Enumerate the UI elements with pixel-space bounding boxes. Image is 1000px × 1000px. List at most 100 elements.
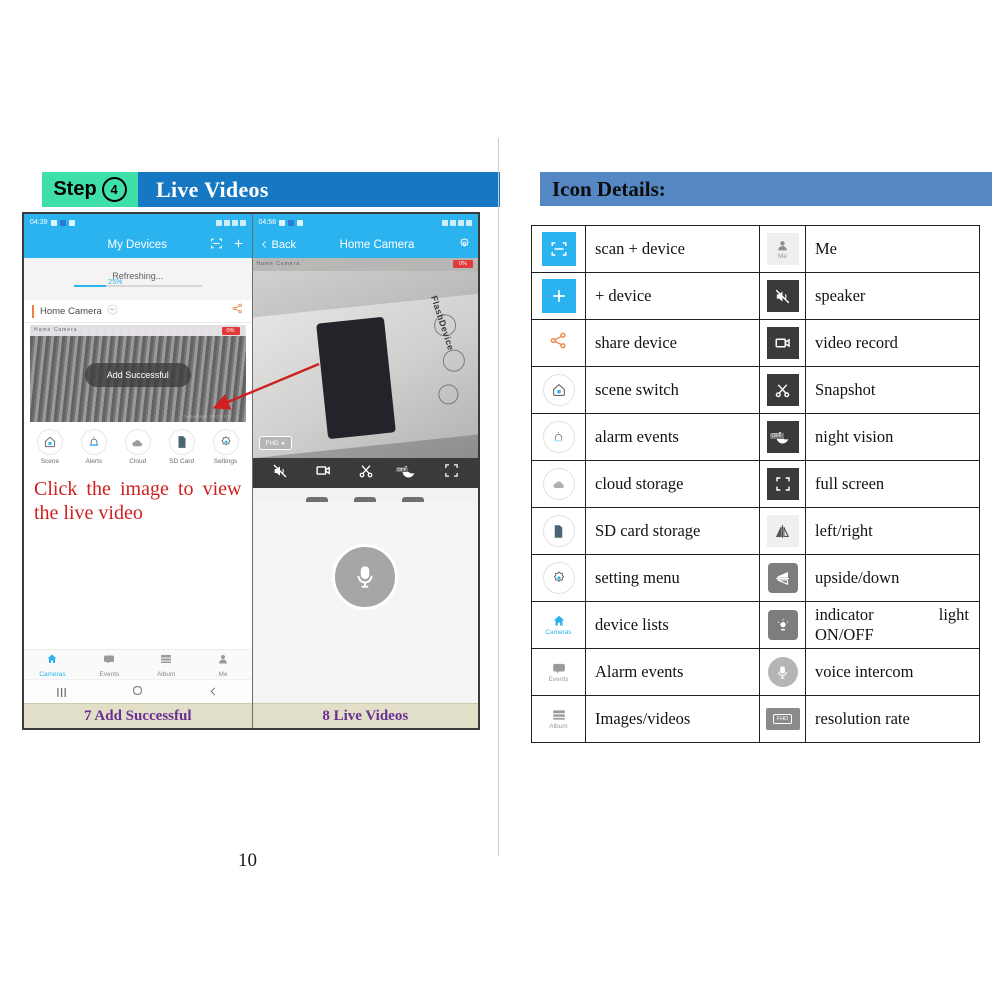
quick-action-label: Scene bbox=[40, 458, 60, 465]
icon-label: video record bbox=[805, 319, 980, 367]
indicator-label-b: light bbox=[938, 604, 969, 624]
image-status-icon bbox=[50, 219, 57, 226]
app-bar: Back Home Camera bbox=[252, 231, 478, 258]
fhd-badge: FHD bbox=[772, 714, 793, 724]
speaker-mute-icon[interactable] bbox=[272, 463, 288, 484]
status-bar: 04:58 bbox=[252, 214, 478, 231]
quick-action-label: Cloud bbox=[129, 458, 147, 465]
device-accent-bar bbox=[32, 304, 34, 318]
icon-cell: FHD bbox=[759, 695, 806, 743]
chat-bubble-icon bbox=[103, 652, 115, 670]
camera-tile-timestamp: TuesdayL 2021 07/ ... bbox=[183, 414, 240, 419]
bottom-nav: Cameras Events Album Me bbox=[24, 649, 252, 680]
add-successful-toast: Add Successful bbox=[84, 363, 191, 388]
step-title: Live Videos bbox=[156, 176, 269, 202]
microphone-icon bbox=[767, 657, 798, 687]
status-time: 04:58 bbox=[258, 219, 277, 226]
status-right-icons bbox=[442, 219, 472, 226]
back-button[interactable]: Back bbox=[260, 239, 296, 251]
quick-action-cloud[interactable]: Cloud bbox=[118, 429, 158, 465]
night-vision-icon[interactable]: OFF bbox=[395, 463, 417, 484]
bottom-nav-album[interactable]: Album bbox=[138, 652, 195, 678]
quick-action-scene[interactable]: Scene bbox=[30, 429, 70, 465]
hd-icon bbox=[442, 219, 448, 226]
quick-action-settings[interactable]: Settings bbox=[206, 429, 246, 465]
chevron-right-icon: ▸ bbox=[281, 440, 286, 447]
home-icon: Cameras bbox=[545, 614, 572, 636]
share-icon[interactable] bbox=[231, 302, 244, 320]
carton-circle bbox=[442, 348, 467, 373]
home-icon bbox=[46, 652, 58, 670]
plus-icon[interactable] bbox=[232, 237, 245, 253]
gear-icon[interactable] bbox=[458, 237, 471, 253]
table-row: share device video record bbox=[531, 319, 980, 367]
bottom-nav-events[interactable]: Events bbox=[81, 652, 138, 678]
app-status-icon bbox=[288, 219, 295, 226]
indicator-label-c: ON/OFF bbox=[815, 625, 874, 644]
quick-action-alerts[interactable]: Alerts bbox=[74, 429, 114, 465]
indicator-light-icon bbox=[767, 610, 798, 640]
table-row: SD card storage left/right bbox=[531, 507, 980, 555]
fullscreen-icon[interactable] bbox=[444, 463, 459, 483]
icon-label: Me bbox=[805, 225, 980, 273]
scissors-icon[interactable] bbox=[358, 463, 374, 484]
nav-sublabel: Me bbox=[777, 252, 788, 260]
caption-right: 8 Live Videos bbox=[252, 703, 478, 728]
icon-details-banner: Icon Details: bbox=[540, 172, 992, 206]
icon-label: Snapshot bbox=[805, 366, 980, 414]
flip-vertical-icon bbox=[767, 563, 798, 593]
bottom-nav-me[interactable]: Me bbox=[195, 652, 252, 678]
video-record-icon[interactable] bbox=[315, 462, 332, 484]
icon-label: upside/down bbox=[805, 554, 980, 602]
page-number-left: 10 bbox=[238, 850, 257, 871]
refresh-progress-bar: 25% bbox=[73, 279, 202, 287]
share-icon bbox=[548, 330, 569, 356]
person-icon bbox=[217, 652, 229, 670]
cloud-icon bbox=[107, 302, 118, 320]
app-bar-icons bbox=[210, 237, 245, 253]
camera-preview-tile[interactable]: Hame Camera 0% Add Successful TuesdayL 2… bbox=[30, 325, 246, 422]
phone-in-frame bbox=[316, 316, 396, 440]
cloud-icon bbox=[124, 429, 151, 455]
microphone-icon[interactable] bbox=[332, 544, 399, 610]
home-circle-icon[interactable] bbox=[131, 684, 144, 700]
icon-cell: Album bbox=[531, 695, 586, 743]
table-row: scene switch Snapshot bbox=[531, 366, 980, 414]
app-bar-title: Home Camera bbox=[339, 238, 415, 251]
gear-icon bbox=[542, 562, 575, 594]
icon-label: alarm events bbox=[585, 413, 760, 461]
recents-button[interactable]: III bbox=[56, 685, 67, 700]
icon-cell: Events bbox=[531, 648, 586, 696]
refresh-progress-fill bbox=[73, 285, 106, 287]
step-chip: Step 4 bbox=[42, 172, 138, 207]
refresh-percent: 25% bbox=[108, 279, 123, 286]
quick-action-label: Settings bbox=[213, 458, 238, 465]
sd-card-icon bbox=[542, 515, 575, 547]
bottom-nav-cameras[interactable]: Cameras bbox=[24, 652, 81, 678]
night-vision-off-badge: OFF bbox=[395, 466, 408, 472]
icon-cell: Cameras bbox=[531, 601, 586, 649]
step-banner: Step 4 Live Videos bbox=[42, 172, 500, 207]
chat-bubble-icon: Events bbox=[549, 661, 568, 683]
live-toolbar-primary: OFF bbox=[252, 458, 478, 488]
quick-action-sdcard[interactable]: SD Card bbox=[162, 429, 202, 465]
device-row[interactable]: Home Camera bbox=[24, 300, 252, 323]
signal-icon bbox=[231, 219, 238, 226]
resolution-label: FHD bbox=[265, 439, 279, 447]
resolution-chip[interactable]: FHD ▸ bbox=[258, 436, 293, 450]
icon-label: + device bbox=[585, 272, 760, 320]
icon-label: Images/videos bbox=[585, 695, 760, 743]
table-row: Events Alarm events voice intercom bbox=[531, 648, 980, 696]
icon-label: resolution rate bbox=[805, 695, 980, 743]
scan-icon[interactable] bbox=[210, 237, 223, 253]
icon-cell bbox=[531, 460, 586, 508]
album-icon bbox=[160, 652, 172, 670]
page-divider bbox=[498, 138, 499, 856]
live-video-view[interactable]: FlashDevice Hame Camera 0% FHD ▸ bbox=[252, 258, 478, 458]
device-name: Home Camera bbox=[40, 305, 102, 317]
cloud-icon bbox=[542, 468, 575, 500]
annotation-text: Click the image to view the live video bbox=[34, 478, 242, 525]
icon-details-table: scan + device Me Me + device speaker sha… bbox=[531, 225, 980, 743]
back-chevron-icon[interactable] bbox=[208, 685, 219, 700]
video-record-icon bbox=[766, 327, 799, 359]
